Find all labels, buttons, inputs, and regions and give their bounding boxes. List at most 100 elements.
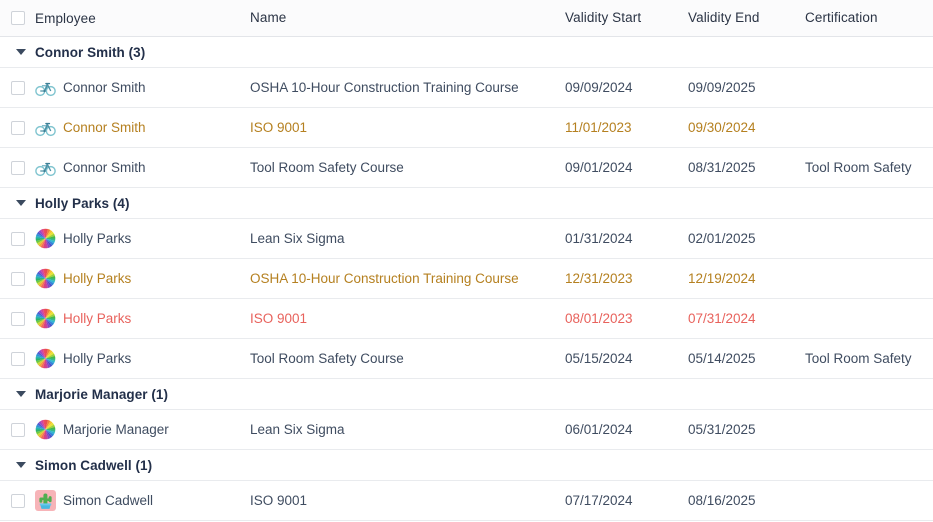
cell-employee: Simon Cadwell	[35, 490, 250, 511]
table-row[interactable]: Holly Parks ISO 9001 08/01/2023 07/31/2024	[0, 299, 933, 339]
cell-employee: Holly Parks	[35, 228, 250, 249]
column-header-name[interactable]: Name	[250, 9, 565, 27]
group-header-label: Connor Smith (3)	[35, 44, 146, 60]
row-checkbox[interactable]	[10, 311, 25, 326]
table-row[interactable]: Connor Smith ISO 9001 11/01/2023 09/30/2024	[0, 108, 933, 148]
select-all-cell[interactable]	[0, 11, 35, 25]
column-header-validity-start[interactable]: Validity Start	[565, 9, 688, 27]
validity-start-value: 01/31/2024	[565, 230, 633, 246]
bicycle-avatar	[35, 157, 56, 178]
row-select-cell[interactable]	[0, 80, 35, 95]
certification-name: OSHA 10-Hour Construction Training Cours…	[250, 270, 519, 286]
row-checkbox[interactable]	[10, 80, 25, 95]
row-checkbox[interactable]	[10, 120, 25, 135]
table-row[interactable]: Simon Cadwell ISO 9001 07/17/2024 08/16/202…	[0, 481, 933, 521]
row-checkbox[interactable]	[10, 422, 25, 437]
table-row[interactable]: Connor Smith OSHA 10-Hour Construction Tr…	[0, 68, 933, 108]
row-select-cell[interactable]	[0, 231, 35, 246]
validity-end-value: 12/19/2024	[688, 270, 756, 286]
column-header-validity-start-label: Validity Start	[565, 10, 642, 25]
group-header-row[interactable]: Marjorie Manager (1)	[0, 379, 933, 410]
row-select-cell[interactable]	[0, 160, 35, 175]
certification-name: Tool Room Safety Course	[250, 350, 404, 366]
table-row[interactable]: Holly Parks OSHA 10-Hour Construction Tra…	[0, 259, 933, 299]
certification-name: Tool Room Safety Course	[250, 159, 404, 175]
validity-start-value: 11/01/2023	[565, 119, 632, 135]
cell-validity-start: 06/01/2024	[565, 421, 688, 439]
cell-validity-end: 09/09/2025	[688, 79, 805, 97]
cell-validity-end: 07/31/2024	[688, 310, 805, 328]
chevron-down-icon[interactable]	[16, 462, 26, 468]
cell-validity-end: 09/30/2024	[688, 119, 805, 137]
validity-end-value: 09/09/2025	[688, 79, 756, 95]
cell-name: ISO 9001	[250, 310, 565, 328]
table-row[interactable]: Marjorie Manager Lean Six Sigma 06/01/2024…	[0, 410, 933, 450]
cell-validity-end: 02/01/2025	[688, 230, 805, 248]
group-header-row[interactable]: Simon Cadwell (1)	[0, 450, 933, 481]
validity-start-value: 12/31/2023	[565, 270, 633, 286]
validity-end-value: 09/30/2024	[688, 119, 756, 135]
group-header-label: Simon Cadwell (1)	[35, 457, 153, 473]
cell-name: OSHA 10-Hour Construction Training Cours…	[250, 270, 565, 288]
table-row[interactable]: Holly Parks Tool Room Safety Course 05/15/…	[0, 339, 933, 379]
certification-name: ISO 9001	[250, 310, 308, 326]
bicycle-avatar	[35, 117, 56, 138]
chevron-down-icon[interactable]	[16, 49, 26, 55]
pinwheel-avatar	[35, 419, 56, 440]
cell-employee: Holly Parks	[35, 308, 250, 329]
pinwheel-avatar	[35, 228, 56, 249]
employee-name: Holly Parks	[63, 231, 132, 246]
row-select-cell[interactable]	[0, 422, 35, 437]
validity-start-value: 08/01/2023	[565, 310, 633, 326]
cell-name: ISO 9001	[250, 492, 565, 510]
validity-start-value: 05/15/2024	[565, 350, 633, 366]
cactus-avatar	[35, 490, 56, 511]
row-checkbox[interactable]	[10, 351, 25, 366]
validity-end-value: 08/31/2025	[688, 159, 756, 175]
column-header-validity-end-label: Validity End	[688, 10, 760, 25]
cell-employee: Connor Smith	[35, 117, 250, 138]
cell-name: Tool Room Safety Course	[250, 159, 565, 177]
row-checkbox[interactable]	[10, 493, 25, 508]
cell-name: Tool Room Safety Course	[250, 350, 565, 368]
column-header-certification[interactable]: Certification	[805, 9, 933, 27]
row-checkbox[interactable]	[10, 231, 25, 246]
table-row[interactable]: Holly Parks Lean Six Sigma 01/31/2024 02/01…	[0, 219, 933, 259]
column-header-employee[interactable]: Employee	[35, 11, 250, 26]
chevron-down-icon[interactable]	[16, 391, 26, 397]
validity-start-value: 07/17/2024	[565, 492, 633, 508]
row-select-cell[interactable]	[0, 120, 35, 135]
validity-end-value: 07/31/2024	[688, 310, 756, 326]
cell-validity-start: 11/01/2023	[565, 119, 688, 137]
row-select-cell[interactable]	[0, 351, 35, 366]
employee-name: Connor Smith	[63, 120, 146, 135]
chevron-down-icon[interactable]	[16, 200, 26, 206]
pinwheel-avatar	[35, 308, 56, 329]
employee-name: Simon Cadwell	[63, 493, 154, 508]
row-select-cell[interactable]	[0, 271, 35, 286]
cell-name: ISO 9001	[250, 119, 565, 137]
cell-name: Lean Six Sigma	[250, 421, 565, 439]
cell-employee: Holly Parks	[35, 348, 250, 369]
cell-certification: Tool Room Safety	[805, 159, 933, 177]
cell-validity-end: 05/31/2025	[688, 421, 805, 439]
row-checkbox[interactable]	[10, 271, 25, 286]
select-all-checkbox[interactable]	[10, 11, 25, 25]
column-header-name-label: Name	[250, 10, 287, 25]
pinwheel-avatar	[35, 268, 56, 289]
validity-start-value: 09/01/2024	[565, 159, 633, 175]
cell-validity-start: 09/09/2024	[565, 79, 688, 97]
validity-end-value: 08/16/2025	[688, 492, 756, 508]
certification-name: Lean Six Sigma	[250, 230, 345, 246]
column-header-validity-end[interactable]: Validity End	[688, 9, 805, 27]
validity-start-value: 06/01/2024	[565, 421, 633, 437]
row-checkbox[interactable]	[10, 160, 25, 175]
group-header-row[interactable]: Connor Smith (3)	[0, 37, 933, 68]
validity-end-value: 05/14/2025	[688, 350, 756, 366]
row-select-cell[interactable]	[0, 311, 35, 326]
group-header-row[interactable]: Holly Parks (4)	[0, 188, 933, 219]
row-select-cell[interactable]	[0, 493, 35, 508]
cell-validity-end: 12/19/2024	[688, 270, 805, 288]
employee-name: Connor Smith	[63, 80, 146, 95]
table-row[interactable]: Connor Smith Tool Room Safety Course 09/01…	[0, 148, 933, 188]
